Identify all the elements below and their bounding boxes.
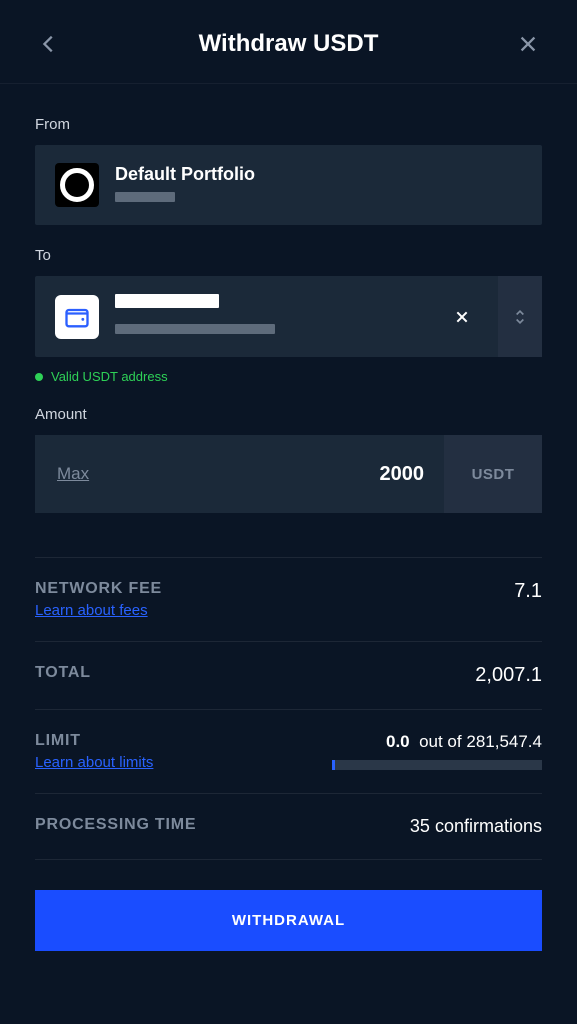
processing-value: 35 confirmations bbox=[410, 816, 542, 837]
coinbase-logo-icon bbox=[55, 163, 99, 207]
clear-address-button[interactable] bbox=[440, 309, 484, 325]
limit-used: 0.0 bbox=[386, 732, 410, 751]
to-address-value-redacted bbox=[115, 324, 275, 334]
header: Withdraw USDT bbox=[0, 0, 577, 84]
processing-time-row: PROCESSING TIME 35 confirmations bbox=[35, 793, 542, 860]
max-button[interactable]: Max bbox=[35, 435, 111, 513]
processing-label: PROCESSING TIME bbox=[35, 816, 196, 834]
x-icon bbox=[454, 309, 470, 325]
from-label: From bbox=[35, 116, 542, 133]
portfolio-name: Default Portfolio bbox=[115, 164, 522, 185]
back-button[interactable] bbox=[35, 30, 63, 58]
limit-text: 0.0 out of 281,547.4 bbox=[386, 732, 542, 752]
amount-unit: USDT bbox=[444, 435, 542, 513]
amount-card: Max USDT bbox=[35, 435, 542, 513]
limit-progress-bar bbox=[332, 760, 542, 770]
wallet-icon bbox=[55, 295, 99, 339]
total-label: TOTAL bbox=[35, 664, 91, 682]
close-icon bbox=[517, 33, 539, 55]
limit-joiner: out of bbox=[419, 732, 462, 751]
from-portfolio-card[interactable]: Default Portfolio bbox=[35, 145, 542, 225]
to-label: To bbox=[35, 247, 542, 264]
to-address-name-redacted bbox=[115, 294, 219, 308]
to-card-text bbox=[115, 294, 440, 339]
limit-cap: 281,547.4 bbox=[466, 732, 542, 751]
network-fee-value: 7.1 bbox=[514, 580, 542, 603]
from-card-text: Default Portfolio bbox=[115, 164, 522, 207]
portfolio-subtext-redacted bbox=[115, 192, 175, 202]
status-dot-icon bbox=[35, 373, 43, 381]
to-address-card[interactable] bbox=[35, 276, 542, 357]
limit-label: LIMIT bbox=[35, 732, 153, 750]
amount-label: Amount bbox=[35, 406, 542, 423]
learn-limits-link[interactable]: Learn about limits bbox=[35, 754, 153, 771]
arrow-left-icon bbox=[38, 33, 60, 55]
amount-input[interactable] bbox=[111, 435, 444, 513]
page-title: Withdraw USDT bbox=[199, 30, 379, 58]
address-validation: Valid USDT address bbox=[35, 369, 542, 384]
address-selector-button[interactable] bbox=[498, 276, 542, 357]
total-row: TOTAL 2,007.1 bbox=[35, 641, 542, 709]
limit-row: LIMIT Learn about limits 0.0 out of 281,… bbox=[35, 709, 542, 793]
chevron-up-down-icon bbox=[512, 307, 528, 327]
learn-fees-link[interactable]: Learn about fees bbox=[35, 602, 162, 619]
validation-text: Valid USDT address bbox=[51, 369, 168, 384]
close-button[interactable] bbox=[514, 30, 542, 58]
network-fee-label: NETWORK FEE bbox=[35, 580, 162, 598]
network-fee-row: NETWORK FEE Learn about fees 7.1 bbox=[35, 557, 542, 641]
total-value: 2,007.1 bbox=[475, 664, 542, 687]
withdrawal-button[interactable]: WITHDRAWAL bbox=[35, 890, 542, 951]
